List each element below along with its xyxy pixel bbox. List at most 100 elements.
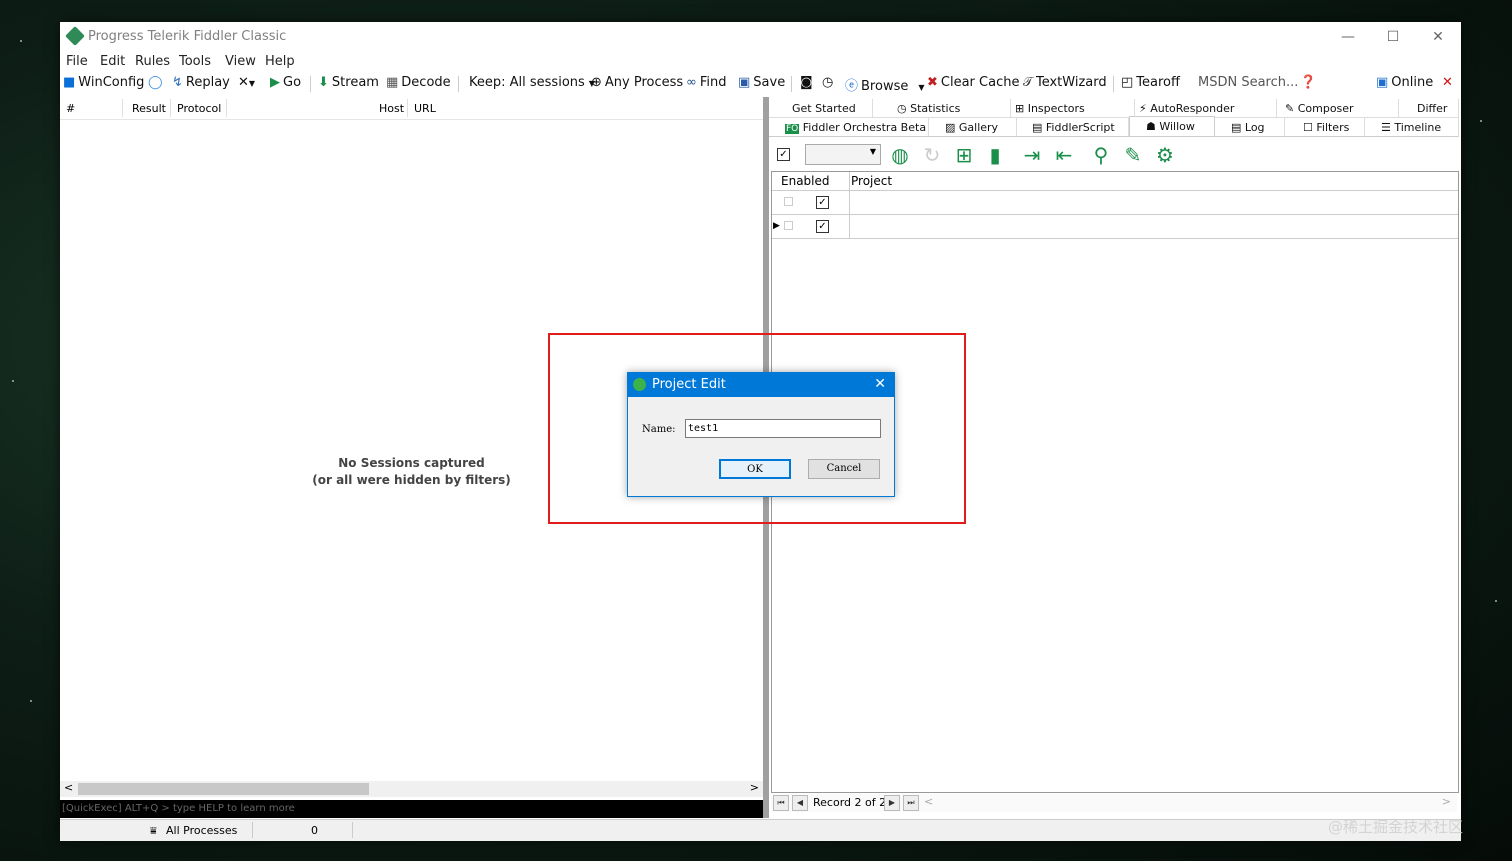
tab-willow[interactable]: ☗ Willow: [1129, 116, 1215, 137]
textwizard-button[interactable]: 𝒯 TextWizard: [1023, 75, 1107, 90]
name-label: Name:: [642, 424, 676, 435]
delete-icon[interactable]: ▮: [983, 143, 1007, 167]
composer-icon: ✎: [1285, 102, 1298, 115]
inspectors-icon: ⊞: [1015, 102, 1028, 115]
export-icon[interactable]: ⇥: [1020, 143, 1044, 167]
remove-button[interactable]: ✕▼: [238, 75, 258, 90]
col-project[interactable]: Project: [851, 174, 892, 188]
enable-all-checkbox[interactable]: ✓: [777, 148, 790, 161]
col-number[interactable]: #: [66, 102, 75, 115]
tab-timeline[interactable]: ☰ Timeline: [1365, 118, 1459, 137]
first-record-button[interactable]: ⏮: [773, 795, 789, 811]
quickexec-input[interactable]: [QuickExec] ALT+Q > type HELP to learn m…: [60, 800, 763, 818]
save-button[interactable]: ▣ Save: [738, 75, 785, 90]
tab-fiddler-orchestra[interactable]: FO Fiddler Orchestra Beta: [769, 118, 929, 137]
expand-icon[interactable]: [784, 197, 793, 206]
winconfig-button[interactable]: ■ WinConfig: [63, 75, 144, 90]
online-label: Online: [1391, 75, 1434, 90]
col-enabled[interactable]: Enabled: [781, 174, 830, 188]
col-url[interactable]: URL: [414, 102, 436, 115]
table-row[interactable]: ▶ ✓: [772, 215, 1458, 239]
minimize-button[interactable]: —: [1333, 26, 1363, 48]
scroll-left-icon[interactable]: <: [64, 781, 73, 794]
expand-icon[interactable]: [784, 221, 793, 230]
col-result[interactable]: Result: [132, 102, 166, 115]
divider: [252, 822, 253, 838]
add-project-icon[interactable]: ⊞: [952, 143, 976, 167]
screenshot-button[interactable]: ◙: [800, 75, 816, 90]
gallery-icon: ▨: [945, 121, 959, 134]
stream-button[interactable]: ⬇ Stream: [318, 75, 379, 90]
horizontal-scrollbar[interactable]: < >: [60, 781, 763, 797]
project-name-input[interactable]: test1: [685, 419, 881, 438]
next-record-button[interactable]: ▶: [884, 795, 900, 811]
import-icon[interactable]: ⇤: [1052, 143, 1076, 167]
close-toolbar-icon[interactable]: ✕: [1442, 75, 1453, 90]
decode-icon: ▦: [386, 75, 399, 90]
refresh-icon[interactable]: ↻: [920, 143, 944, 167]
tab-statistics[interactable]: ◷ Statistics: [873, 99, 1011, 118]
any-process-button[interactable]: ⊕ Any Process: [591, 75, 683, 90]
scroll-right-icon[interactable]: >: [750, 781, 759, 794]
process-filter[interactable]: All Processes: [166, 824, 237, 837]
tab-filters-label: Filters: [1316, 121, 1350, 134]
decode-label: Decode: [401, 75, 451, 90]
menu-rules[interactable]: Rules: [135, 54, 170, 69]
binoculars-icon: ∞: [686, 75, 697, 90]
col-host[interactable]: Host: [379, 102, 404, 115]
menu-help[interactable]: Help: [265, 54, 295, 69]
globe-icon[interactable]: ◍: [888, 143, 912, 167]
tab-composer[interactable]: ✎ Composer: [1277, 99, 1399, 118]
star: [1495, 600, 1497, 602]
ok-button[interactable]: OK: [719, 459, 791, 479]
scrollbar-thumb[interactable]: [78, 783, 369, 795]
stream-icon: ⬇: [318, 75, 329, 90]
go-button[interactable]: ▶ Go: [270, 75, 301, 90]
online-indicator[interactable]: ▣ Online: [1376, 75, 1433, 90]
menu-file[interactable]: File: [66, 54, 88, 69]
tab-inspectors[interactable]: ⊞ Inspectors: [1011, 99, 1135, 118]
replay-button[interactable]: ↯ Replay: [172, 75, 230, 90]
tab-filters[interactable]: ☐ Filters: [1285, 118, 1365, 137]
help-icon[interactable]: ❓: [1300, 75, 1316, 90]
speech-bubble-icon: ◯: [148, 75, 163, 90]
stream-label: Stream: [331, 75, 379, 90]
save-label: Save: [753, 75, 786, 90]
tab-fiddlerscript[interactable]: ▤ FiddlerScript: [1017, 118, 1129, 137]
col-protocol[interactable]: Protocol: [177, 102, 221, 115]
msdn-search-input[interactable]: MSDN Search...: [1198, 75, 1298, 90]
table-row[interactable]: ✓: [772, 191, 1458, 215]
scroll-right-icon[interactable]: >: [1442, 795, 1451, 808]
prev-record-button[interactable]: ◀: [792, 795, 808, 811]
tab-gallery[interactable]: ▨ Gallery: [929, 118, 1017, 137]
close-button[interactable]: ✕: [1423, 26, 1453, 48]
dialog-close-icon[interactable]: ✕: [874, 376, 886, 392]
fo-icon: FO: [785, 124, 800, 134]
tab-log[interactable]: ▤ Log: [1215, 118, 1285, 137]
clear-cache-button[interactable]: ✖ Clear Cache: [927, 75, 1019, 90]
maximize-button[interactable]: ☐: [1378, 26, 1408, 48]
find-button[interactable]: ∞ Find: [686, 75, 726, 90]
menu-view[interactable]: View: [225, 54, 256, 69]
project-select[interactable]: ▼: [805, 144, 881, 165]
gear-icon[interactable]: ⚙: [1153, 143, 1177, 167]
edit-icon[interactable]: ✎: [1121, 143, 1145, 167]
menu-tools[interactable]: Tools: [179, 54, 211, 69]
decode-button[interactable]: ▦ Decode: [386, 75, 451, 90]
tab-differ[interactable]: Differ: [1399, 99, 1459, 118]
timer-button[interactable]: ◷: [822, 75, 836, 90]
tearoff-button[interactable]: ◰ Tearoff: [1121, 75, 1180, 90]
last-record-button[interactable]: ⏭: [903, 795, 919, 811]
browse-button[interactable]: ⓔ Browse ▼: [845, 75, 928, 94]
cancel-button[interactable]: Cancel: [808, 459, 880, 479]
search-icon[interactable]: ⚲: [1089, 143, 1113, 167]
menu-edit[interactable]: Edit: [100, 54, 125, 69]
comment-button[interactable]: ◯: [148, 75, 166, 90]
row-enabled-checkbox[interactable]: ✓: [816, 220, 829, 233]
online-icon: ▣: [1376, 75, 1389, 90]
tab-get-started[interactable]: Get Started: [769, 99, 873, 118]
keep-sessions-dropdown[interactable]: Keep: All sessions ▼: [469, 75, 598, 90]
scroll-left-icon[interactable]: <: [924, 795, 933, 808]
row-enabled-checkbox[interactable]: ✓: [816, 196, 829, 209]
menu-bar: File Edit Rules Tools View Help: [60, 52, 1461, 72]
